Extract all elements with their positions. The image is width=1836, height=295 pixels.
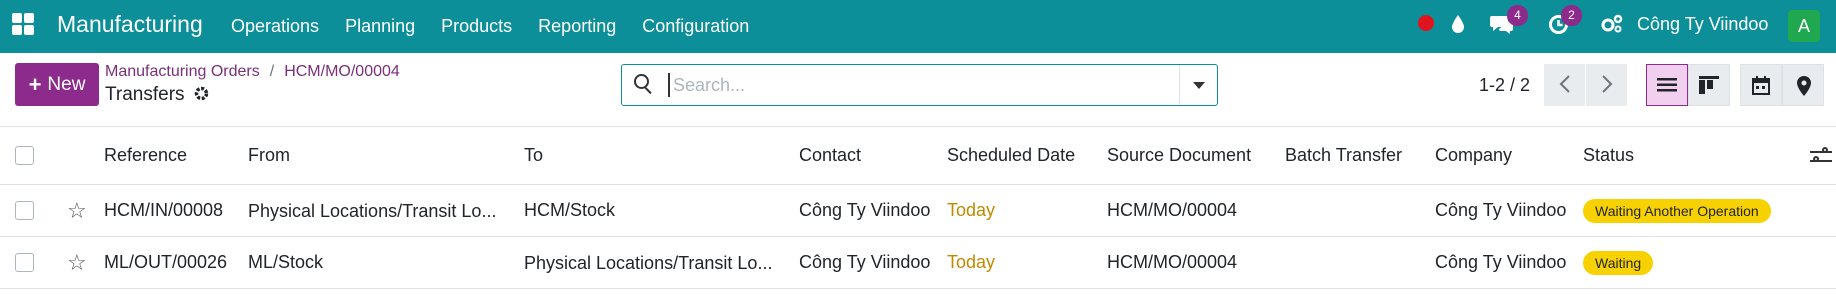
cell-contact: Công Ty Viindoo (799, 252, 931, 272)
select-all-checkbox[interactable] (15, 127, 34, 184)
new-button-label: New (47, 73, 86, 95)
main-menu: Operations Planning Products Reporting C… (231, 0, 775, 53)
table-row[interactable]: ☆ HCM/IN/00008 Physical Locations/Transi… (0, 185, 1836, 237)
top-navbar: Manufacturing Operations Planning Produc… (0, 0, 1836, 53)
cell-to: HCM/Stock (524, 200, 616, 220)
search-icon (634, 74, 654, 95)
status-badge: Waiting Another Operation (1583, 198, 1771, 223)
column-header-status[interactable]: Status (1583, 127, 1634, 184)
cell-source-document: HCM/MO/00004 (1107, 200, 1238, 220)
breadcrumb: Manufacturing Orders / HCM/MO/00004 (105, 63, 400, 81)
transfers-table: Reference From To Contact Scheduled Date… (0, 127, 1836, 289)
page-title: Transfers (105, 84, 185, 105)
column-header-to[interactable]: To (524, 127, 543, 184)
search-options-toggle-icon[interactable] (1179, 65, 1217, 105)
apps-menu-icon[interactable] (12, 13, 34, 35)
gear-icon[interactable] (193, 85, 210, 107)
settings-gears-icon[interactable] (1601, 14, 1623, 40)
map-view-button[interactable] (1782, 64, 1824, 106)
table-row[interactable]: ☆ ML/OUT/00026 ML/Stock Physical Locatio… (0, 237, 1836, 289)
row-checkbox[interactable] (15, 237, 34, 288)
table-header-row: Reference From To Contact Scheduled Date… (0, 127, 1836, 185)
optional-columns-toggle-icon[interactable] (1810, 147, 1832, 165)
cell-scheduled-date: Today (947, 200, 996, 220)
pager-previous-button[interactable] (1544, 64, 1585, 106)
cell-from: ML/Stock (248, 252, 324, 272)
status-badge: Waiting (1583, 250, 1654, 275)
cell-source-document: HCM/MO/00004 (1107, 252, 1238, 272)
menu-operations[interactable]: Operations (231, 16, 319, 37)
list-view-button[interactable] (1646, 64, 1688, 106)
control-panel: + New Manufacturing Orders / HCM/MO/00004 … (0, 53, 1836, 127)
search-input[interactable] (668, 73, 1158, 97)
cell-reference: ML/OUT/00026 (104, 252, 228, 272)
pager-value[interactable]: 1-2 / 2 (1479, 75, 1530, 96)
column-header-reference[interactable]: Reference (104, 127, 187, 184)
messages-count-badge: 4 (1507, 5, 1528, 26)
company-switcher[interactable]: Công Ty Viindoo (1637, 14, 1768, 35)
row-checkbox[interactable] (15, 185, 34, 236)
cell-from: Physical Locations/Transit Lo... (248, 185, 513, 236)
cell-contact: Công Ty Viindoo (799, 200, 931, 220)
column-header-company[interactable]: Company (1435, 127, 1512, 184)
cell-to-text: Physical Locations/Transit Lo... (524, 252, 773, 273)
column-header-from[interactable]: From (248, 127, 290, 184)
breadcrumb-separator: / (269, 63, 275, 80)
calendar-view-button[interactable] (1740, 64, 1782, 106)
column-header-source-document[interactable]: Source Document (1107, 127, 1251, 184)
menu-planning[interactable]: Planning (345, 16, 415, 37)
column-header-scheduled-date[interactable]: Scheduled Date (947, 127, 1075, 184)
column-header-batch-transfer[interactable]: Batch Transfer (1285, 127, 1402, 184)
kanban-view-button[interactable] (1688, 64, 1730, 106)
cell-from-text: Physical Locations/Transit Lo... (248, 200, 497, 221)
menu-configuration[interactable]: Configuration (642, 16, 749, 37)
cell-scheduled-date: Today (947, 252, 996, 272)
plus-icon: + (28, 71, 42, 97)
app-title[interactable]: Manufacturing (57, 11, 203, 38)
pager-next-button[interactable] (1586, 64, 1627, 106)
star-icon[interactable]: ☆ (67, 237, 87, 288)
user-avatar[interactable]: A (1788, 10, 1820, 42)
cell-reference: HCM/IN/00008 (104, 200, 224, 220)
menu-reporting[interactable]: Reporting (538, 16, 616, 37)
cell-company: Công Ty Viindoo (1435, 252, 1567, 272)
search-bar (621, 64, 1218, 106)
breadcrumb-mo-record[interactable]: HCM/MO/00004 (284, 63, 400, 80)
water-drop-icon[interactable] (1450, 14, 1466, 41)
menu-products[interactable]: Products (441, 16, 512, 37)
activities-count-badge: 2 (1561, 5, 1582, 26)
recording-indicator-icon[interactable] (1418, 15, 1434, 31)
cell-company: Công Ty Viindoo (1435, 200, 1567, 220)
column-header-contact[interactable]: Contact (799, 127, 861, 184)
breadcrumb-manufacturing-orders[interactable]: Manufacturing Orders (105, 63, 260, 80)
cell-to: Physical Locations/Transit Lo... (524, 237, 789, 288)
cell-status: Waiting Another Operation (1583, 185, 1771, 236)
cell-status: Waiting (1583, 237, 1654, 288)
star-icon[interactable]: ☆ (67, 185, 87, 236)
new-button[interactable]: + New (15, 63, 99, 106)
